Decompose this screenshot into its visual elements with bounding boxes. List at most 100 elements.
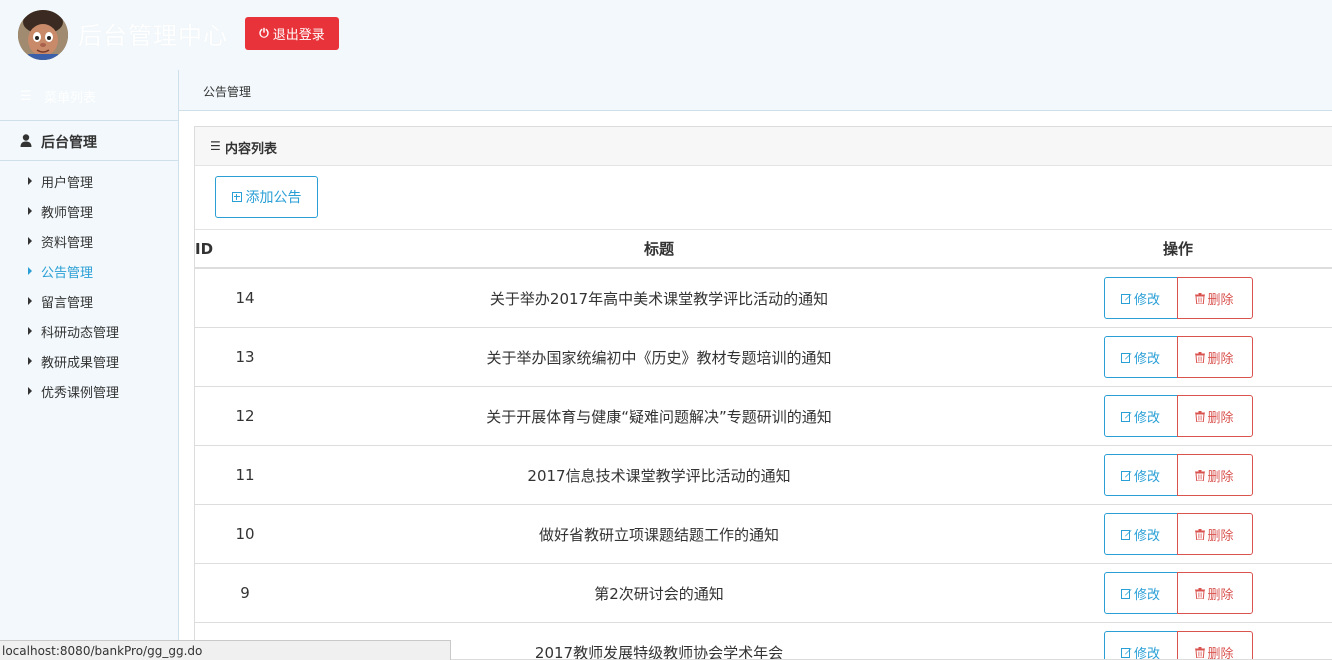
sidebar-item-research-results[interactable]: 教研成果管理: [0, 346, 178, 376]
sidebar-item-messages[interactable]: 留言管理: [0, 286, 178, 316]
logout-label: 退出登录: [272, 28, 325, 43]
edit-button[interactable]: 修改: [1103, 395, 1178, 437]
edit-button[interactable]: 修改: [1103, 631, 1178, 659]
action-button-group: 修改 删除: [1103, 454, 1253, 496]
delete-button[interactable]: 删除: [1176, 395, 1253, 437]
caret-right-icon: [28, 207, 32, 215]
table-row: 11 2017信息技术课堂教学评比活动的通知 修改 删除: [195, 445, 1332, 505]
table-row: 13 关于举办国家统编初中《历史》教材专题培训的通知 修改 删除: [195, 327, 1332, 387]
sidebar-group-admin[interactable]: 后台管理: [0, 121, 178, 161]
sidebar-item-label: 科研动态管理: [41, 326, 120, 341]
edit-button[interactable]: 修改: [1103, 572, 1178, 614]
table-row: 10 做好省教研立项课题结题工作的通知 修改 删除: [195, 504, 1332, 564]
row-actions: 修改 删除: [1023, 327, 1332, 387]
column-header-ops: 操作: [1023, 230, 1332, 269]
column-header-id: ID: [195, 230, 295, 269]
sidebar-item-teachers[interactable]: 教师管理: [0, 196, 178, 226]
edit-label: 修改: [1133, 469, 1160, 485]
panel-header: ☰ 内容列表: [195, 127, 1332, 166]
delete-button[interactable]: 删除: [1176, 277, 1253, 319]
table-row: 12 关于开展体育与健康“疑难问题解决”专题研训的通知 修改 删除: [195, 386, 1332, 446]
edit-button[interactable]: 修改: [1103, 336, 1178, 378]
delete-label: 删除: [1207, 528, 1234, 544]
row-title: 关于举办国家统编初中《历史》教材专题培训的通知: [295, 327, 1023, 387]
caret-right-icon: [28, 327, 32, 335]
add-announcement-button[interactable]: 添加公告: [215, 176, 318, 218]
caret-right-icon: [28, 267, 32, 275]
sidebar-item-label: 公告管理: [41, 266, 94, 281]
column-header-title: 标题: [295, 230, 1023, 269]
top-header: 后台管理中心 ⏻ 退出登录: [0, 0, 1332, 70]
sidebar-nav: 用户管理 教师管理 资料管理 公告管理 留言管理 科研动态管理 教研成果管理 优…: [0, 166, 178, 406]
caret-right-icon: [28, 387, 32, 395]
trash-icon: [1195, 528, 1206, 540]
delete-button[interactable]: 删除: [1176, 454, 1253, 496]
browser-status-bar: localhost:8080/bankPro/gg_gg.do: [0, 640, 451, 660]
sidebar-item-users[interactable]: 用户管理: [0, 166, 178, 196]
row-id: 13: [195, 327, 295, 387]
row-actions: 修改 删除: [1023, 268, 1332, 328]
sidebar: ☰ 菜单列表 后台管理 用户管理 教师管理 资料管理 公告管理 留言管理 科研动…: [0, 70, 179, 660]
row-title: 关于举办2017年高中美术课堂教学评比活动的通知: [295, 268, 1023, 328]
edit-label: 修改: [1133, 410, 1160, 426]
action-button-group: 修改 删除: [1103, 572, 1253, 614]
delete-label: 删除: [1207, 646, 1234, 660]
table-row: 9 第2次研讨会的通知 修改 删除: [195, 563, 1332, 623]
delete-button[interactable]: 删除: [1176, 336, 1253, 378]
logout-button[interactable]: ⏻ 退出登录: [245, 17, 339, 50]
plus-square-icon: [231, 192, 242, 202]
sidebar-item-excellent-lessons[interactable]: 优秀课例管理: [0, 376, 178, 406]
menu-list-header: ☰ 菜单列表: [0, 70, 178, 121]
delete-label: 删除: [1207, 587, 1234, 603]
user-icon: [20, 134, 32, 147]
edit-icon: [1120, 293, 1132, 304]
caret-right-icon: [28, 177, 32, 185]
announcement-table: ID 标题 操作 14 关于举办2017年高中美术课堂教学评比活动的通知 修改 删除 1…: [195, 230, 1332, 660]
sidebar-item-announcements[interactable]: 公告管理: [0, 256, 178, 286]
caret-right-icon: [28, 237, 32, 245]
sidebar-item-label: 教研成果管理: [41, 356, 120, 371]
edit-button[interactable]: 修改: [1103, 513, 1178, 555]
delete-button[interactable]: 删除: [1176, 631, 1253, 660]
edit-label: 修改: [1133, 587, 1160, 603]
edit-button[interactable]: 修改: [1103, 277, 1178, 319]
main-content: ☰ 内容列表 添加公告 ID 标题 操作 14 关于举办2017年高中美术课堂教学…: [179, 111, 1332, 660]
row-id: 14: [195, 268, 295, 328]
row-title: 做好省教研立项课题结题工作的通知: [295, 504, 1023, 564]
action-button-group: 修改 删除: [1103, 336, 1253, 378]
sidebar-item-label: 留言管理: [41, 296, 94, 311]
sidebar-item-research-news[interactable]: 科研动态管理: [0, 316, 178, 346]
menu-list-label: 菜单列表: [44, 91, 97, 106]
delete-label: 删除: [1207, 292, 1234, 308]
breadcrumb: 公告管理: [179, 70, 1332, 111]
edit-icon: [1120, 352, 1132, 363]
row-id: 11: [195, 445, 295, 505]
action-button-group: 修改 删除: [1103, 513, 1253, 555]
sidebar-item-label: 教师管理: [41, 206, 94, 221]
toolbar: 添加公告: [195, 166, 1332, 230]
trash-icon: [1195, 587, 1206, 599]
row-title: 第2次研讨会的通知: [295, 563, 1023, 623]
delete-button[interactable]: 删除: [1176, 572, 1253, 614]
breadcrumb-current: 公告管理: [203, 85, 252, 99]
content-panel: ☰ 内容列表 添加公告 ID 标题 操作 14 关于举办2017年高中美术课堂教学…: [194, 126, 1332, 660]
sidebar-item-materials[interactable]: 资料管理: [0, 226, 178, 256]
cartoon-avatar-icon: [18, 10, 68, 60]
edit-label: 修改: [1133, 292, 1160, 308]
sidebar-item-label: 优秀课例管理: [41, 386, 120, 401]
list-icon: ☰: [210, 139, 221, 153]
row-id: 10: [195, 504, 295, 564]
edit-icon: [1120, 411, 1132, 422]
sidebar-item-label: 用户管理: [41, 176, 94, 191]
trash-icon: [1195, 646, 1206, 658]
caret-right-icon: [28, 297, 32, 305]
table-row: 14 关于举办2017年高中美术课堂教学评比活动的通知 修改 删除: [195, 268, 1332, 328]
caret-right-icon: [28, 357, 32, 365]
delete-button[interactable]: 删除: [1176, 513, 1253, 555]
add-announcement-label: 添加公告: [245, 190, 302, 206]
avatar: [18, 10, 68, 60]
trash-icon: [1195, 410, 1206, 422]
list-icon: ☰: [20, 89, 32, 104]
row-title: 2017信息技术课堂教学评比活动的通知: [295, 445, 1023, 505]
edit-button[interactable]: 修改: [1103, 454, 1178, 496]
